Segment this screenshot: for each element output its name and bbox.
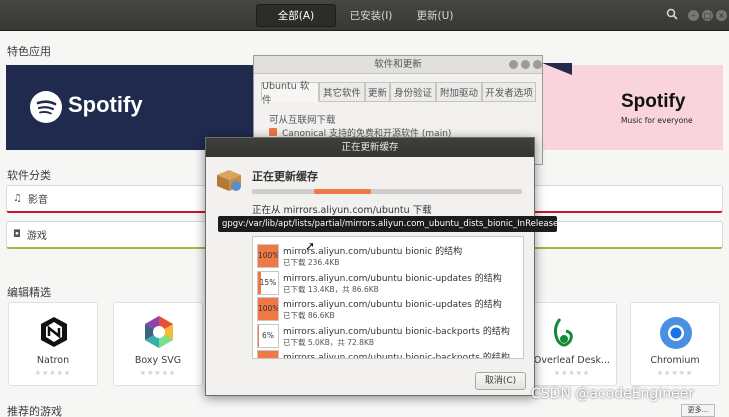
watermark: CSDN @acodeEngineer [531, 386, 695, 402]
rating-stars: ★★★★★ [553, 369, 591, 377]
rating-stars: ★★★★★ [34, 369, 72, 377]
tab-ubuntu-software[interactable]: Ubuntu 软件 [261, 81, 319, 106]
featured-banner-right[interactable]: Spotify Music for everyone [543, 65, 723, 150]
app-card-boxy-svg[interactable]: Boxy SVG ★★★★★ [113, 302, 203, 386]
tab-other-software[interactable]: 其它软件 [319, 82, 365, 102]
tab-additional-drivers[interactable]: 附加驱动 [436, 82, 482, 102]
download-item-percent-label: 100% [258, 357, 278, 358]
boxy-svg-app-icon [141, 314, 177, 350]
download-item-title: mirrors.aliyun.com/ubuntu bionic-backpor… [283, 353, 510, 359]
dialog-minimize-icon[interactable] [509, 60, 518, 69]
chromium-app-icon [658, 315, 694, 351]
natron-app-icon [37, 315, 71, 349]
progress-titlebar: 正在更新缓存 [206, 138, 534, 157]
download-item-title: mirrors.aliyun.com/ubuntu bionic-updates… [283, 273, 502, 284]
app-card-chromium[interactable]: Chromium ★★★★★ [630, 302, 720, 386]
tab-authentication[interactable]: 身份验证 [390, 82, 436, 102]
progress-heading: 正在更新缓存 [252, 170, 318, 183]
spotify-brand-left: Spotify [68, 92, 143, 117]
download-item-percent: 15% [257, 270, 279, 295]
download-item: 100% mirrors.aliyun.com/ubuntu bionic-upd… [257, 296, 523, 322]
download-item-title: mirrors.aliyun.com/ubuntu bionic-updates… [283, 300, 502, 310]
spotify-tagline: Music for everyone [621, 116, 693, 125]
download-item-subtitle: 已下载 86.6KB [283, 311, 335, 320]
overleaf-app-icon [548, 317, 578, 351]
minimize-icon[interactable]: – [688, 10, 699, 21]
categories-heading: 软件分类 [7, 169, 51, 182]
tab-installed[interactable]: 已安装(I) [336, 4, 406, 27]
spotify-logo-icon [30, 91, 62, 123]
download-item-title: mirrors.aliyun.com/ubuntu bionic-backpor… [283, 326, 510, 337]
download-item: 100% mirrors.aliyun.com/ubuntu bionic 的结构… [257, 243, 523, 269]
download-item-percent-label: 6% [262, 330, 274, 340]
maximize-icon[interactable]: □ [702, 10, 713, 21]
music-icon: ♫ [13, 193, 22, 204]
download-item-percent-label: 100% [258, 251, 279, 260]
download-item: 15% mirrors.aliyun.com/ubuntu bionic-upda… [257, 270, 523, 296]
download-item: 100% mirrors.aliyun.com/ubuntu bionic-bac… [257, 349, 523, 359]
more-button[interactable]: 更多... [681, 404, 715, 417]
editors-heading: 编辑精选 [7, 286, 51, 299]
tab-developer-options[interactable]: 开发者选项 [482, 82, 536, 102]
package-box-icon [215, 168, 243, 192]
search-icon[interactable] [665, 8, 679, 22]
app-card-overleaf[interactable]: Overleaf Desk... ★★★★★ [527, 302, 617, 386]
rating-stars: ★★★★★ [656, 369, 694, 377]
download-item-percent-label: 15% [259, 277, 277, 287]
download-list: 100% mirrors.aliyun.com/ubuntu bionic 的结构… [252, 236, 524, 359]
featured-heading: 特色应用 [7, 45, 51, 58]
app-name: Overleaf Desk... [533, 355, 611, 366]
banner-corner-decoration [542, 63, 572, 75]
download-item: 6% mirrors.aliyun.com/ubuntu bionic-backp… [257, 323, 523, 349]
updating-cache-dialog: 正在更新缓存 正在更新缓存 正在从 mirrors.aliyun.com/ubu… [205, 137, 535, 396]
rating-stars: ★★★★★ [139, 369, 177, 377]
app-card-natron[interactable]: Natron ★★★★★ [8, 302, 98, 386]
app-name: Natron [36, 355, 70, 366]
download-item-subtitle: 已下载 5.0KB，共 72.8KB [283, 337, 375, 347]
app-name: Chromium [650, 355, 700, 366]
overall-progress-bar [252, 189, 522, 194]
category-label: 影音 [27, 195, 48, 206]
overall-progress-fill [314, 189, 372, 194]
download-item-percent: 100% [257, 297, 279, 321]
download-item-percent: 6% [257, 323, 279, 348]
category-label: 游戏 [26, 231, 47, 242]
download-item-fill [258, 324, 260, 347]
tab-updates-settings[interactable]: 更新 [365, 82, 390, 102]
cancel-button[interactable]: 取消(C) [475, 372, 526, 390]
download-section-label: 可从互联网下载 [269, 115, 336, 126]
main-checkbox[interactable] [269, 128, 277, 136]
download-item-percent: 100% [257, 244, 279, 268]
spotify-brand-right: Spotify [621, 91, 686, 112]
tab-updates[interactable]: 更新(U) [406, 4, 464, 27]
download-item-subtitle: 已下载 13.4KB，共 86.6KB [283, 284, 379, 294]
header-bar: 全部(A) 已安装(I) 更新(U) – □ × [0, 0, 729, 31]
mouse-cursor-icon: ➚ [305, 239, 316, 253]
path-tooltip: gpgv:/var/lib/apt/lists/partial/mirrors.… [218, 216, 557, 232]
download-item-percent-label: 100% [258, 304, 279, 313]
tab-all[interactable]: 全部(A) [256, 4, 336, 27]
download-item-subtitle: 已下载 236.4KB [283, 258, 340, 267]
download-status: 正在从 mirrors.aliyun.com/ubuntu 下载 [252, 205, 432, 216]
dialog-close-icon[interactable] [533, 60, 542, 69]
dialog-maximize-icon[interactable] [521, 60, 530, 69]
download-item-percent: 100% [257, 350, 279, 358]
gamepad-icon: ◘ [13, 229, 21, 240]
close-icon[interactable]: × [716, 10, 727, 21]
app-name: Boxy SVG [134, 355, 182, 366]
dialog-titlebar: 软件和更新 [254, 56, 542, 74]
games-heading: 推荐的游戏 [7, 405, 62, 417]
